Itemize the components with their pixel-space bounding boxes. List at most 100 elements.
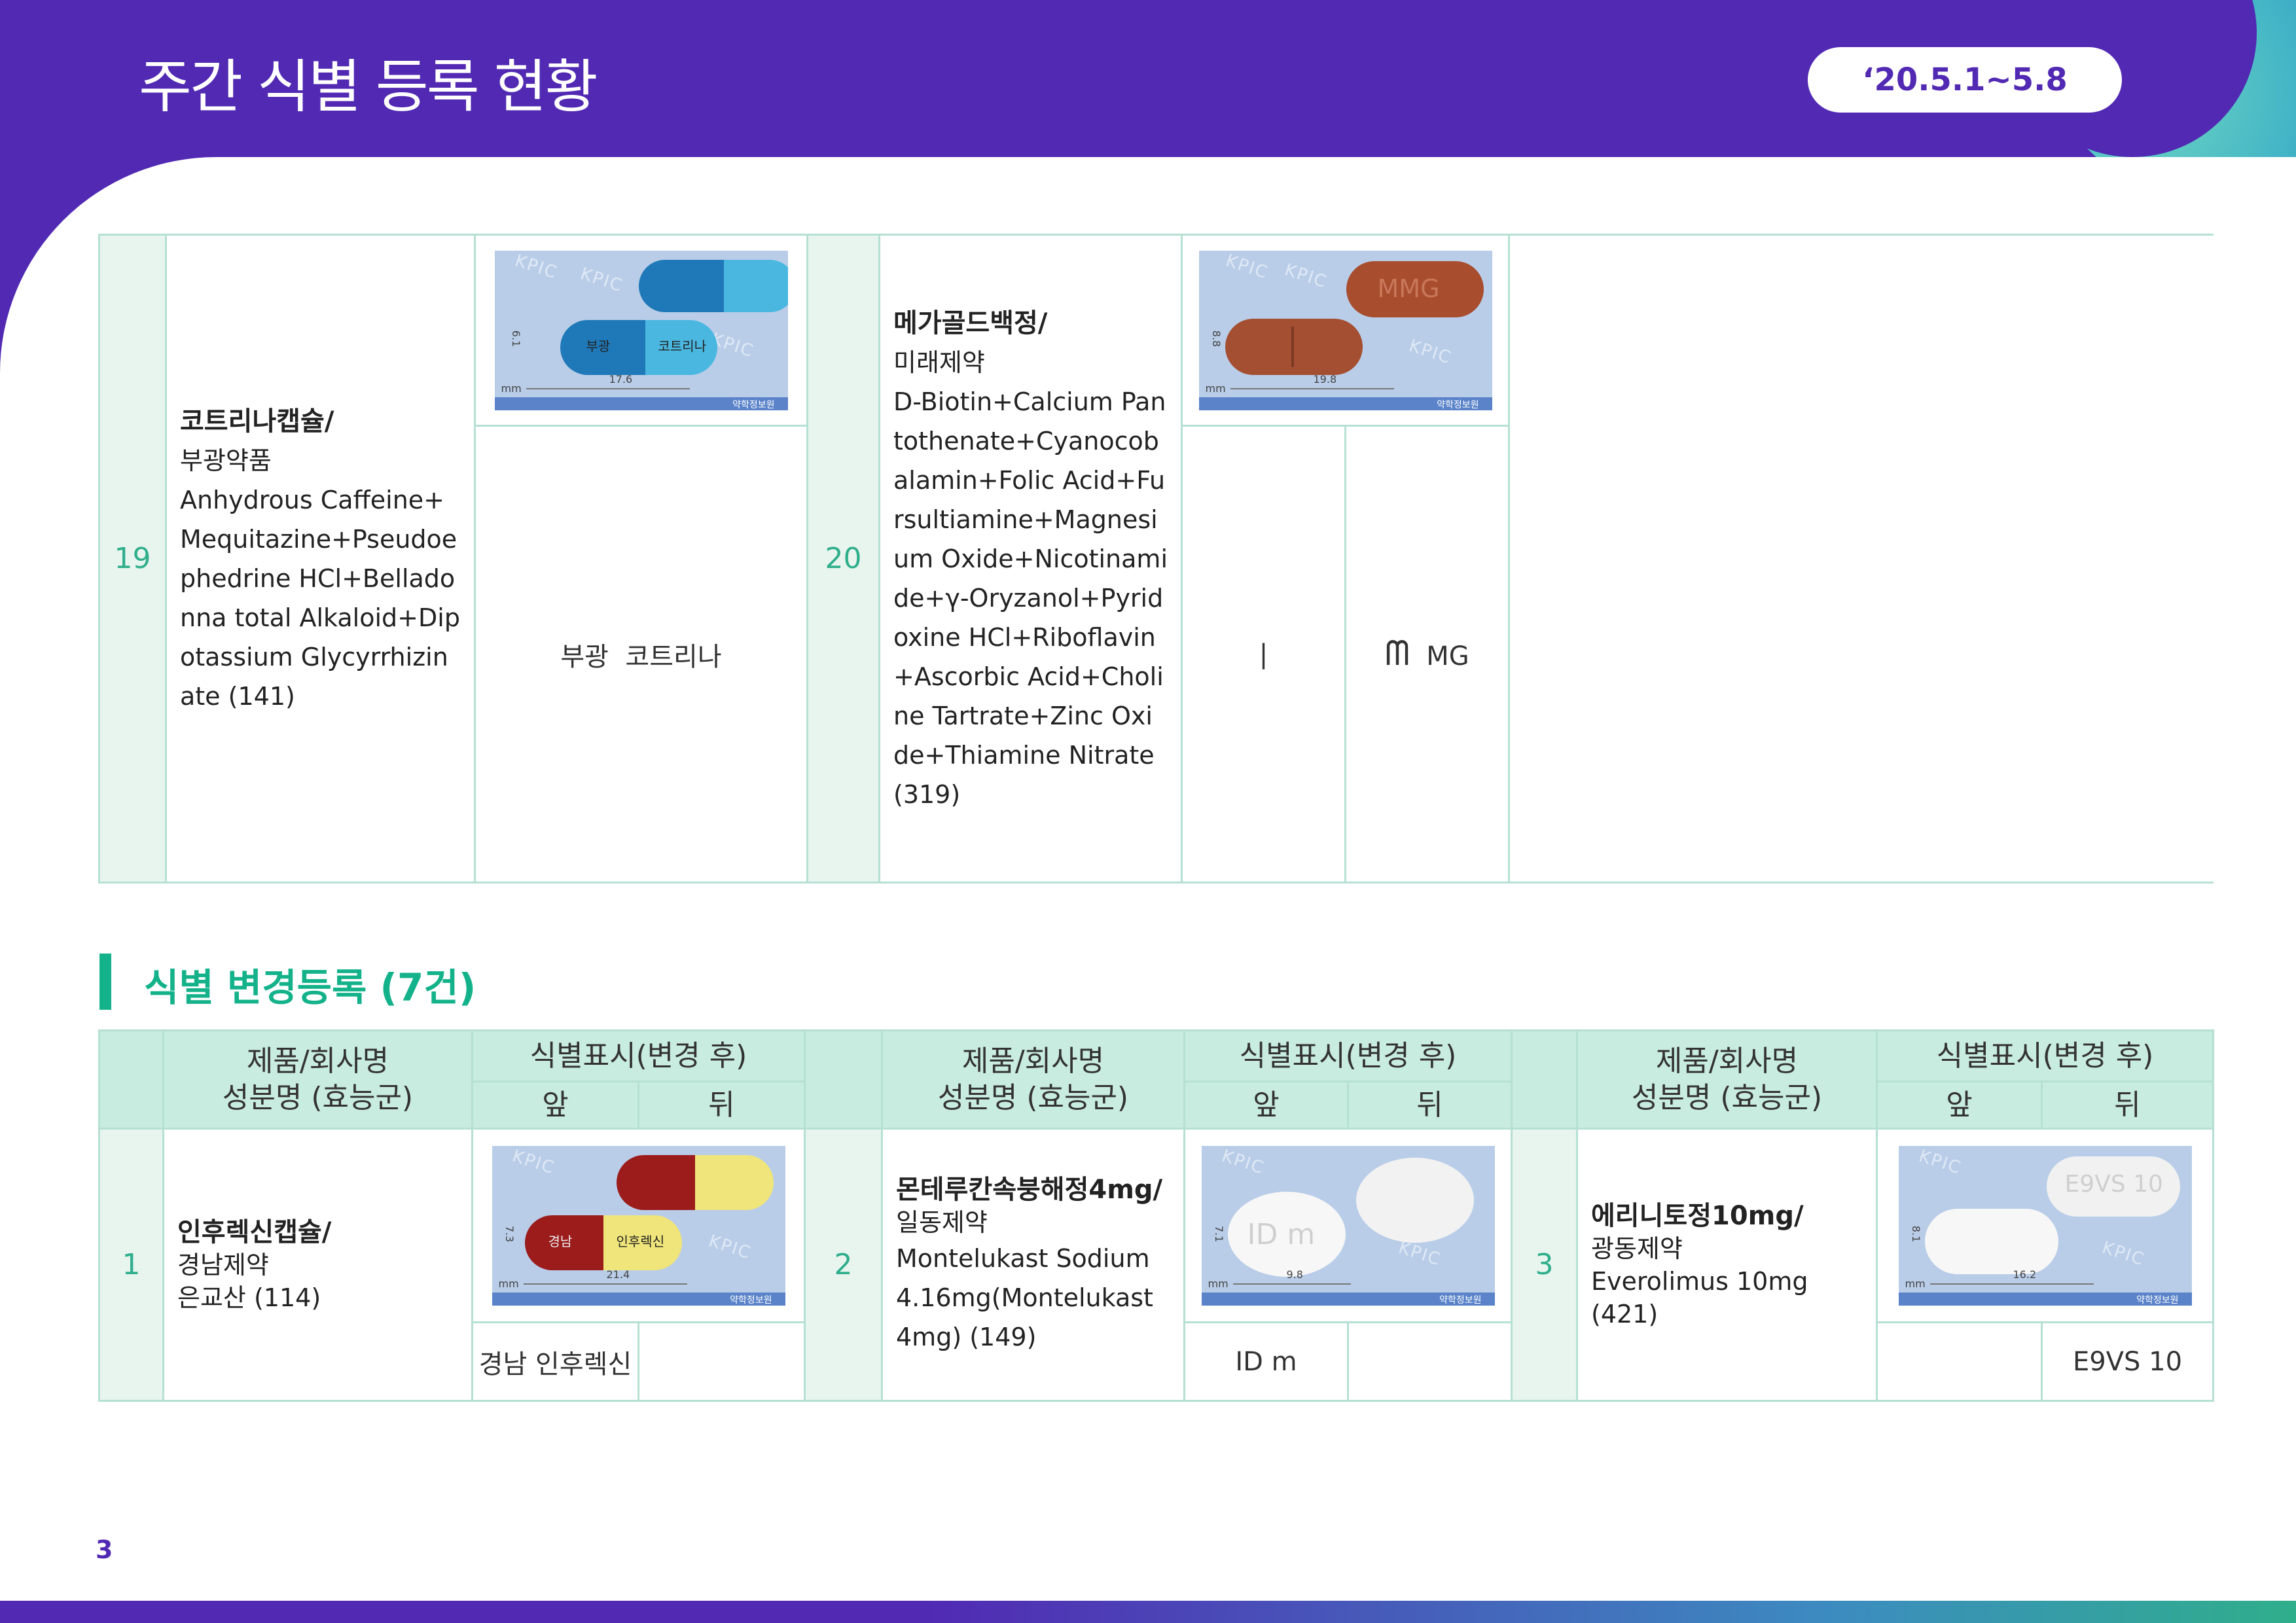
date-range-badge: ‘20.5.1~5.8 bbox=[1808, 47, 2122, 113]
header-product-line1: 제품/회사명 bbox=[961, 1044, 1105, 1078]
product-name: 에리니토정10mg/ bbox=[1591, 1200, 1804, 1231]
row-number: 2 bbox=[804, 1128, 883, 1402]
pill-photo-cell: KPIC KPIC ID m 7.1 mm 9.8 약학정보원 bbox=[1183, 1128, 1513, 1323]
empty-area bbox=[1509, 234, 2214, 883]
header-product: 제품/회사명 성분명 (효능군) bbox=[881, 1029, 1185, 1130]
photo-footer-text: 약학정보원 bbox=[1437, 399, 1479, 410]
header-product-line2: 성분명 (효능군) bbox=[1631, 1080, 1823, 1115]
photo-footer-text: 약학정보원 bbox=[730, 1294, 772, 1306]
header-product-line2: 성분명 (효능군) bbox=[222, 1080, 414, 1115]
mark-back bbox=[637, 1321, 806, 1402]
product-description: 몬테루칸속붕해정4mg/ 일동제약 Montelukast Sodium 4.1… bbox=[881, 1128, 1185, 1402]
photo-footer-bar: 약학정보원 bbox=[492, 1292, 785, 1306]
company-name: 부광약품 bbox=[180, 446, 272, 475]
header-back: 뒤 bbox=[637, 1080, 806, 1130]
ingredients: Montelukast Sodium 4.16mg(Montelukast 4m… bbox=[896, 1243, 1153, 1351]
width-label: 16.2 bbox=[2013, 1268, 2037, 1281]
mark-front: 경남 인후렉신 bbox=[471, 1321, 639, 1402]
header-product: 제품/회사명 성분명 (효능군) bbox=[1576, 1029, 1878, 1130]
capsule-imprint-right: 인후렉신 bbox=[616, 1233, 665, 1249]
unit-label: mm bbox=[498, 1277, 519, 1290]
photo-footer-bar: 약학정보원 bbox=[494, 397, 788, 410]
height-label: 7.1 bbox=[1212, 1225, 1225, 1242]
mark-back bbox=[1347, 1321, 1513, 1402]
pill-photo: KPIC KPIC KPIC 부광 코트리나 6.1 mm 17.6 약학정보원 bbox=[494, 250, 788, 410]
mark-front: ID m bbox=[1183, 1321, 1349, 1402]
header-number bbox=[804, 1029, 883, 1130]
header-product-line1: 제품/회사명 bbox=[1655, 1044, 1799, 1078]
page-title: 주간 식별 등록 현황 bbox=[139, 53, 598, 120]
photo-footer-text: 약학정보원 bbox=[732, 399, 775, 410]
header-number bbox=[1511, 1029, 1578, 1130]
tablet-back bbox=[1355, 1157, 1474, 1243]
header-number bbox=[98, 1029, 164, 1130]
ingredients: Everolimus 10mg (421) bbox=[1591, 1266, 1808, 1329]
watermark: KPIC bbox=[1406, 335, 1454, 368]
product-description: 코트리나캡슐/ 부광약품 Anhydrous Caffeine+Mequitaz… bbox=[165, 234, 476, 883]
mark-back: E9VS 10 bbox=[2041, 1321, 2214, 1402]
product-description: 인후렉신캡슐/ 경남제약 은교산 (114) bbox=[162, 1128, 473, 1402]
mark-back-cell: ᗰ MG bbox=[1344, 425, 1510, 883]
unit-label: mm bbox=[1208, 1277, 1229, 1290]
pill-photo: KPIC KPIC 경남 인후렉신 7.3 mm 21.4 약학정보원 bbox=[492, 1145, 785, 1306]
photo-footer-bar: 약학정보원 bbox=[1898, 1292, 2192, 1306]
capsule-top bbox=[638, 259, 788, 312]
pill-photo: KPIC KPIC KPIC MMG 8.8 mm 19.8 약학정보원 bbox=[1198, 250, 1492, 410]
tablet-bottom bbox=[1225, 318, 1363, 375]
width-ruler bbox=[1232, 1283, 1351, 1285]
mark-back-symbol: ᗰ bbox=[1385, 634, 1410, 673]
tablet-top: MMG bbox=[1346, 260, 1484, 317]
header-front: 앞 bbox=[471, 1080, 639, 1130]
page-number: 3 bbox=[96, 1535, 113, 1564]
height-label: 8.8 bbox=[1210, 330, 1223, 347]
header-product: 제품/회사명 성분명 (효능군) bbox=[162, 1029, 473, 1130]
header-mark-group: 식별표시(변경 후) bbox=[471, 1029, 806, 1082]
new-registration-table: 19 코트리나캡슐/ 부광약품 Anhydrous Caffeine+Mequi… bbox=[98, 234, 2214, 883]
row-number: 20 bbox=[806, 234, 880, 883]
section-marker bbox=[99, 954, 111, 1010]
company-name: 미래제약 bbox=[893, 348, 985, 377]
header-product-line2: 성분명 (효능군) bbox=[937, 1080, 1129, 1115]
product-name: 메가골드백정/ bbox=[893, 308, 1048, 338]
watermark: KPIC bbox=[1219, 1145, 1267, 1179]
watermark: KPIC bbox=[577, 263, 626, 296]
row-number: 1 bbox=[98, 1128, 164, 1402]
footer-bar bbox=[0, 1601, 2296, 1623]
capsule-bottom: 부광 코트리나 bbox=[560, 319, 717, 375]
section-title: 식별 변경등록 (7건) bbox=[144, 965, 476, 1010]
tablet-imprint: E9VS 10 bbox=[2064, 1170, 2163, 1198]
mark-front: | bbox=[1181, 425, 1346, 883]
product-description: 에리니토정10mg/ 광동제약 Everolimus 10mg (421) bbox=[1576, 1128, 1878, 1402]
height-label: 8.1 bbox=[1909, 1225, 1922, 1242]
product-name: 코트리나캡슐/ bbox=[180, 406, 334, 437]
tablet-front bbox=[1924, 1208, 2058, 1274]
company-name: 경남제약 bbox=[177, 1250, 269, 1279]
header-mark-group: 식별표시(변경 후) bbox=[1876, 1029, 2214, 1082]
capsule-imprint-left: 부광 bbox=[586, 338, 611, 354]
company-name: 광동제약 bbox=[1591, 1234, 1683, 1263]
width-ruler bbox=[523, 1283, 687, 1285]
ingredients: Anhydrous Caffeine+Mequitazine+Pseudoeph… bbox=[180, 485, 460, 711]
width-label: 17.6 bbox=[609, 372, 633, 385]
row-number: 19 bbox=[98, 234, 167, 883]
product-name: 몬테루칸속붕해정4mg/ bbox=[896, 1174, 1163, 1205]
width-label: 9.8 bbox=[1286, 1268, 1303, 1281]
capsule-imprint-right: 코트리나 bbox=[658, 338, 707, 354]
header-back: 뒤 bbox=[1347, 1080, 1513, 1130]
width-ruler bbox=[526, 387, 690, 389]
unit-label: mm bbox=[501, 382, 522, 395]
capsule-imprint-left: 경남 bbox=[548, 1233, 573, 1249]
watermark: KPIC bbox=[1223, 250, 1271, 283]
mark-back: MG bbox=[1426, 641, 1469, 671]
watermark: KPIC bbox=[2099, 1237, 2147, 1270]
header-product-line1: 제품/회사명 bbox=[246, 1044, 389, 1078]
width-ruler bbox=[1929, 1283, 2094, 1285]
pill-photo: KPIC KPIC ID m 7.1 mm 9.8 약학정보원 bbox=[1201, 1145, 1495, 1306]
tablet-imprint: ID m bbox=[1247, 1217, 1316, 1251]
unit-label: mm bbox=[1905, 1277, 1926, 1290]
company-name: 일동제약 bbox=[896, 1207, 988, 1237]
ingredients: 은교산 (114) bbox=[177, 1283, 321, 1312]
capsule-top bbox=[616, 1154, 774, 1210]
unit-label: mm bbox=[1205, 382, 1226, 395]
mark-front: 부광 bbox=[560, 641, 609, 672]
